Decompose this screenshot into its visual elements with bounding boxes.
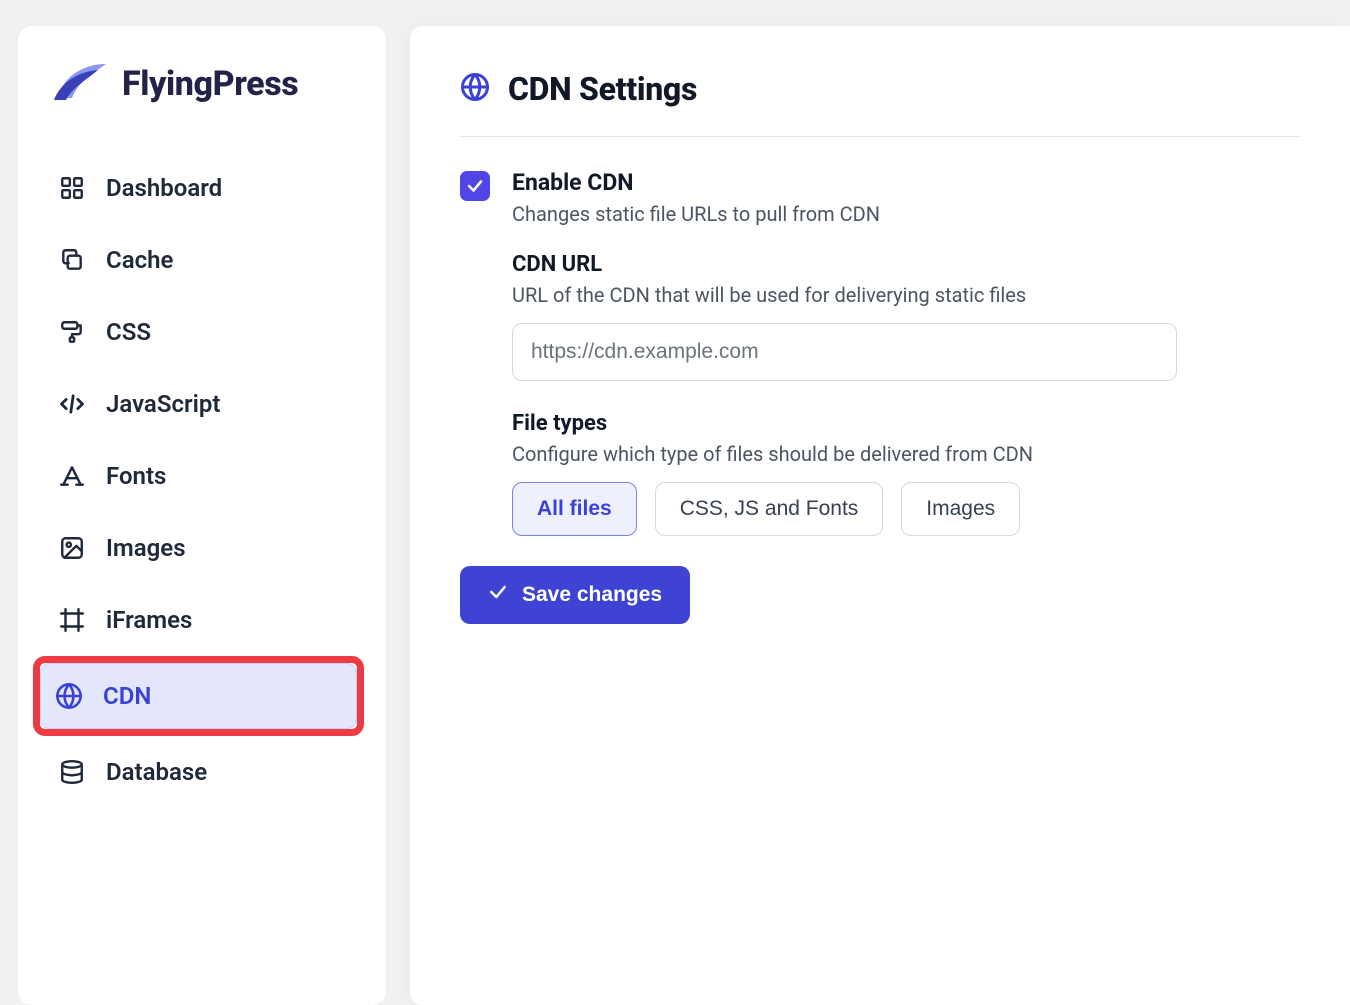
sidebar-item-label: Dashboard bbox=[106, 174, 222, 202]
file-type-option-cssjs[interactable]: CSS, JS and Fonts bbox=[655, 482, 884, 536]
cdn-url-title: CDN URL bbox=[512, 252, 1300, 277]
image-icon bbox=[58, 534, 86, 562]
database-icon bbox=[58, 758, 86, 786]
check-icon bbox=[488, 582, 508, 608]
sidebar-item-label: Cache bbox=[106, 246, 173, 274]
font-icon bbox=[58, 462, 86, 490]
sidebar-item-label: JavaScript bbox=[106, 390, 220, 418]
sidebar-item-cache[interactable]: Cache bbox=[40, 224, 364, 296]
cdn-url-section: CDN URL URL of the CDN that will be used… bbox=[512, 252, 1300, 381]
enable-cdn-checkbox[interactable] bbox=[460, 171, 490, 201]
save-button-label: Save changes bbox=[522, 583, 662, 607]
enable-cdn-title: Enable CDN bbox=[512, 169, 880, 196]
globe-icon bbox=[55, 682, 83, 710]
enable-cdn-row: Enable CDN Changes static file URLs to p… bbox=[460, 169, 1300, 226]
page-title: CDN Settings bbox=[508, 70, 697, 108]
sidebar-item-iframes[interactable]: iFrames bbox=[40, 584, 364, 656]
sidebar-item-label: CDN bbox=[103, 682, 151, 710]
sidebar-item-javascript[interactable]: JavaScript bbox=[40, 368, 364, 440]
sidebar-item-label: iFrames bbox=[106, 606, 192, 634]
code-icon bbox=[58, 390, 86, 418]
main-panel: CDN Settings Enable CDN Changes static f… bbox=[410, 26, 1350, 1005]
sidebar-item-cdn-highlight: CDN bbox=[33, 656, 364, 736]
globe-icon bbox=[460, 72, 490, 106]
paint-roller-icon bbox=[58, 318, 86, 346]
sidebar-item-cdn[interactable]: CDN bbox=[40, 663, 357, 729]
sidebar-item-database[interactable]: Database bbox=[40, 736, 364, 808]
file-types-desc: Configure which type of files should be … bbox=[512, 442, 1300, 466]
sidebar-item-label: Database bbox=[106, 758, 207, 786]
sidebar: FlyingPress Dashboard Cache CSS JavaSc bbox=[18, 26, 386, 1005]
cdn-url-input[interactable] bbox=[512, 323, 1177, 381]
flyingpress-logo-icon bbox=[52, 60, 108, 108]
sidebar-nav: Dashboard Cache CSS JavaScript Fonts bbox=[40, 152, 364, 808]
grid-icon bbox=[58, 174, 86, 202]
sidebar-item-images[interactable]: Images bbox=[40, 512, 364, 584]
brand: FlyingPress bbox=[40, 60, 364, 108]
sidebar-item-label: Images bbox=[106, 534, 186, 562]
sidebar-item-css[interactable]: CSS bbox=[40, 296, 364, 368]
enable-cdn-desc: Changes static file URLs to pull from CD… bbox=[512, 202, 880, 226]
cdn-url-desc: URL of the CDN that will be used for del… bbox=[512, 283, 1300, 307]
save-button[interactable]: Save changes bbox=[460, 566, 690, 624]
sidebar-item-label: CSS bbox=[106, 318, 151, 346]
file-types-options: All files CSS, JS and Fonts Images bbox=[512, 482, 1300, 536]
sidebar-item-label: Fonts bbox=[106, 462, 166, 490]
file-type-option-images[interactable]: Images bbox=[901, 482, 1020, 536]
sidebar-item-fonts[interactable]: Fonts bbox=[40, 440, 364, 512]
sidebar-item-dashboard[interactable]: Dashboard bbox=[40, 152, 364, 224]
file-type-option-all[interactable]: All files bbox=[512, 482, 637, 536]
file-types-section: File types Configure which type of files… bbox=[512, 411, 1300, 536]
frame-icon bbox=[58, 606, 86, 634]
file-types-title: File types bbox=[512, 411, 1300, 436]
brand-name: FlyingPress bbox=[122, 64, 298, 104]
copy-icon bbox=[58, 246, 86, 274]
page-header: CDN Settings bbox=[460, 70, 1300, 137]
